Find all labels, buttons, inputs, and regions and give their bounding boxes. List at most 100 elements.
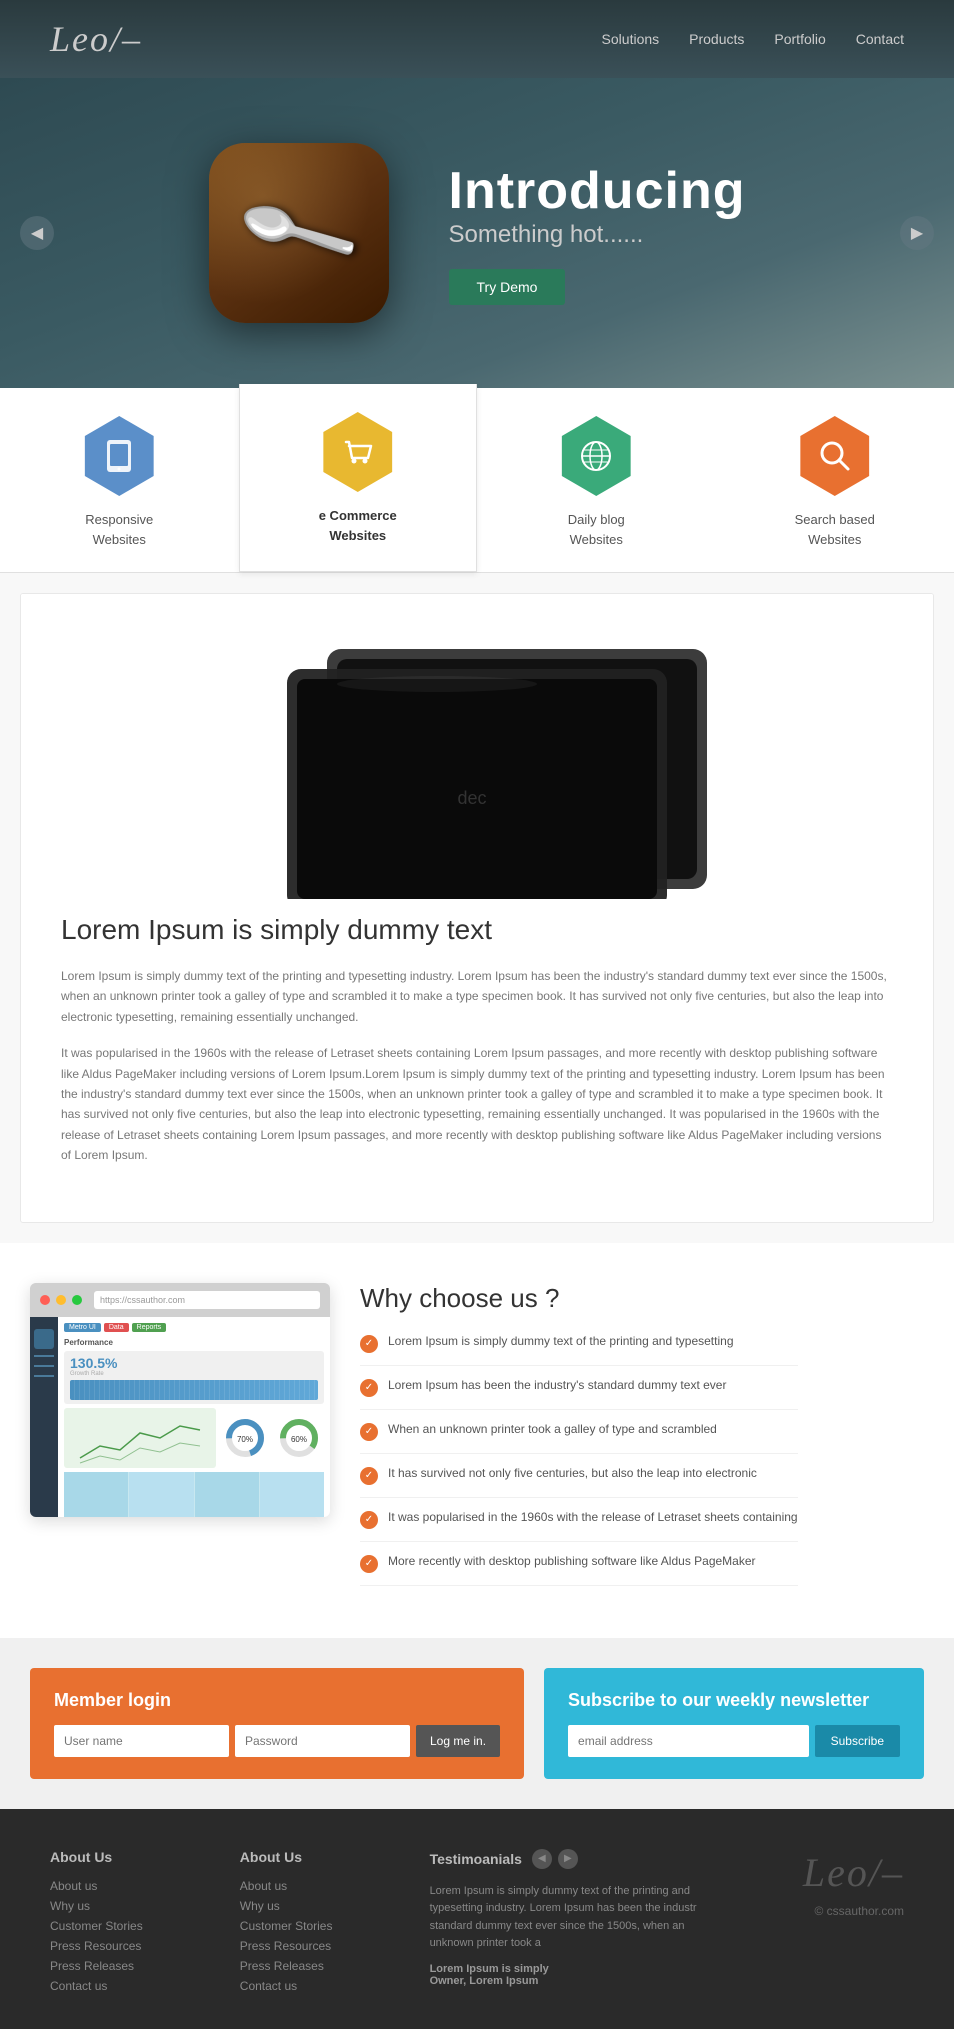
footer-link-about-2[interactable]: About us [240,1879,430,1893]
tab-ecommerce[interactable]: e Commerce Websites [239,384,478,572]
browser-table [64,1472,324,1517]
testimonial-nav: ◀ ▶ [532,1849,578,1869]
tablet-icon [99,436,139,476]
check-icon-6: ✓ [360,1555,378,1573]
member-login-box: Member login Log me in. [30,1668,524,1779]
login-fields: Log me in. [54,1725,500,1757]
browser-metric-box: 130.5% Growth Rate [64,1351,324,1404]
footer-link-press-rel-1[interactable]: Press Releases [50,1959,240,1973]
footer-link-press-res-2[interactable]: Press Resources [240,1939,430,1953]
nav-contact[interactable]: Contact [856,31,904,47]
hero-title: Introducing [449,161,746,221]
footer-col-1: About Us About us Why us Customer Storie… [50,1849,240,1999]
testimonial-prev[interactable]: ◀ [532,1849,552,1869]
content-card: dec Lorem Ipsum is simply dummy text Lor… [20,593,934,1223]
newsletter-box: Subscribe to our weekly newsletter Subsc… [544,1668,924,1779]
browser-metric-label: Performance [64,1338,324,1347]
try-demo-button[interactable]: Try Demo [449,269,566,305]
browser-url: https://cssauthor.com [94,1291,320,1309]
subscribe-button[interactable]: Subscribe [815,1725,900,1757]
svg-text:70%: 70% [237,1435,253,1444]
browser-close-btn [40,1295,50,1305]
why-list: ✓ Lorem Ipsum is simply dummy text of th… [360,1334,798,1586]
why-item-2: ✓ Lorem Ipsum has been the industry's st… [360,1378,798,1410]
hero-section: ◀ 🥄 Introducing Something hot...... Try … [0,78,954,388]
check-icon-1: ✓ [360,1335,378,1353]
email-input[interactable] [568,1725,809,1757]
password-input[interactable] [235,1725,410,1757]
tab-blog[interactable]: Daily blog Websites [477,388,716,572]
tab-responsive-label: Responsive Websites [85,510,153,549]
footer-link-about-1[interactable]: About us [50,1879,240,1893]
why-section: https://cssauthor.com Metro UI Data Repo… [0,1243,954,1638]
footer-link-press-res-1[interactable]: Press Resources [50,1939,240,1953]
hero-app-icon: 🥄 [209,143,389,323]
check-icon-4: ✓ [360,1467,378,1485]
member-login-title: Member login [54,1690,500,1711]
tablet-svg: dec [187,609,767,899]
footer-link-customers-1[interactable]: Customer Stories [50,1919,240,1933]
check-icon-3: ✓ [360,1423,378,1441]
browser-donut-1: 70% [220,1408,270,1468]
username-input[interactable] [54,1725,229,1757]
search-icon [815,436,855,476]
content-paragraph-1: Lorem Ipsum is simply dummy text of the … [61,966,893,1027]
testimonial-next[interactable]: ▶ [558,1849,578,1869]
footer-link-contact-1[interactable]: Contact us [50,1979,240,1993]
hex-blog-icon [556,416,636,496]
tablet-showcase: dec [21,594,933,914]
content-section: dec Lorem Ipsum is simply dummy text Lor… [0,573,954,1243]
footer-col-2: About Us About us Why us Customer Storie… [240,1849,430,1999]
why-item-3: ✓ When an unknown printer took a galley … [360,1422,798,1454]
chevron-left-icon: ◀ [31,223,43,243]
nav-solutions[interactable]: Solutions [602,31,660,47]
tab-blog-label: Daily blog Websites [568,510,625,549]
footer-logo-area: Leo/– © cssauthor.com [714,1849,904,1999]
footer-col2-heading: About Us [240,1849,430,1865]
browser-bar: https://cssauthor.com [30,1283,330,1317]
tab-search-label: Search based Websites [795,510,875,549]
footer-logo: Leo/– [803,1849,904,1896]
testimonial-bold1: Lorem Ipsum is simply [430,1963,715,1975]
footer-link-contact-2[interactable]: Contact us [240,1979,430,1993]
nav-products[interactable]: Products [689,31,744,47]
svg-text:60%: 60% [291,1435,307,1444]
hero-text: Introducing Something hot...... Try Demo [449,161,746,305]
hero-next-button[interactable]: ▶ [900,216,934,250]
newsletter-fields: Subscribe [568,1725,900,1757]
browser-maximize-btn [72,1295,82,1305]
footer-link-why-2[interactable]: Why us [240,1899,430,1913]
why-item-4: ✓ It has survived not only five centurie… [360,1466,798,1498]
footer-col1-heading: About Us [50,1849,240,1865]
footer-link-why-1[interactable]: Why us [50,1899,240,1913]
footer-testimonials: Testimoanials ◀ ▶ Lorem Ipsum is simply … [430,1849,715,1999]
spoon-icon: 🥄 [232,167,365,298]
nav-portfolio[interactable]: Portfolio [774,31,825,47]
tab-search[interactable]: Search based Websites [716,388,954,572]
features-tabs: Responsive Websites e Commerce Websites [0,388,954,573]
browser-chart [64,1408,216,1468]
chevron-right-icon: ▶ [911,223,923,243]
header: Leo/– Solutions Products Portfolio Conta… [0,0,954,78]
hex-responsive-icon [79,416,159,496]
tab-responsive[interactable]: Responsive Websites [0,388,239,572]
footer-link-press-rel-2[interactable]: Press Releases [240,1959,430,1973]
browser-mockup: https://cssauthor.com Metro UI Data Repo… [30,1283,330,1517]
hero-prev-button[interactable]: ◀ [20,216,54,250]
login-button[interactable]: Log me in. [416,1725,500,1757]
footer-testimonials-heading: Testimoanials [430,1851,522,1867]
why-right: Why choose us ? ✓ Lorem Ipsum is simply … [360,1283,798,1598]
hex-ecommerce-icon [318,412,398,492]
browser-main-content: Metro UI Data Reports Performance 130.5%… [58,1317,330,1517]
footer: About Us About us Why us Customer Storie… [0,1809,954,2029]
logo: Leo/– [50,18,142,60]
footer-domain: © cssauthor.com [814,1904,904,1918]
testimonial-text: Lorem Ipsum is simply dummy text of the … [430,1883,715,1953]
hex-search-icon [795,416,875,496]
footer-link-customers-2[interactable]: Customer Stories [240,1919,430,1933]
browser-minimize-btn [56,1295,66,1305]
content-heading: Lorem Ipsum is simply dummy text [61,914,893,946]
check-icon-5: ✓ [360,1511,378,1529]
why-heading: Why choose us ? [360,1283,798,1314]
cta-section: Member login Log me in. Subscribe to our… [0,1638,954,1809]
